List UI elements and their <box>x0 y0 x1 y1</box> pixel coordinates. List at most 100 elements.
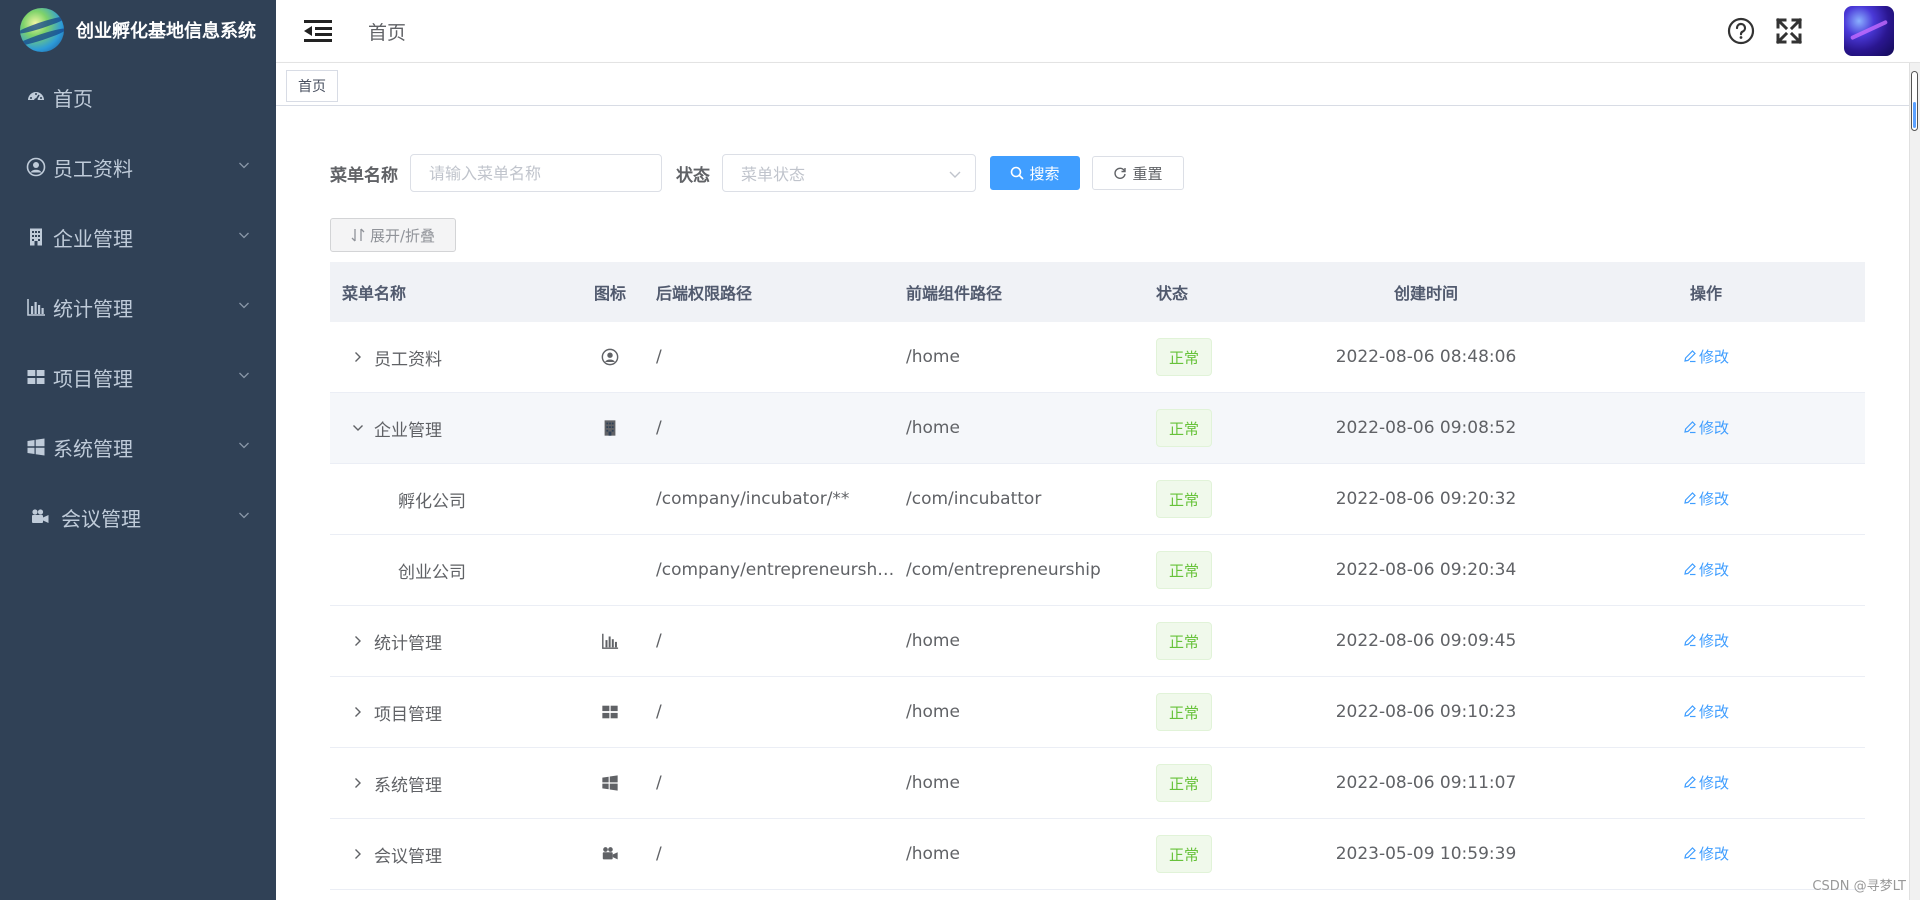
sort-icon <box>351 228 365 242</box>
cell-created: 2022-08-06 09:20:32 <box>1335 489 1517 509</box>
edit-label: 修改 <box>1698 773 1729 792</box>
status-select[interactable]: 菜单状态 <box>722 154 976 192</box>
edit-icon <box>1684 492 1696 505</box>
cell-component: /home <box>906 844 960 864</box>
menu-name-text: 系统管理 <box>374 775 442 796</box>
edit-button[interactable]: 修改 <box>1683 630 1729 651</box>
watermark: CSDN @寻梦LT <box>1812 879 1906 894</box>
status-label: 状态 <box>676 165 710 186</box>
cell-ops: 修改 <box>1551 772 1861 795</box>
status-badge: 正常 <box>1156 480 1212 518</box>
cell-component: /home <box>906 418 960 438</box>
reset-button[interactable]: 重置 <box>1092 156 1184 190</box>
navbar-right <box>1726 0 1894 62</box>
chevron-down-icon <box>239 302 249 309</box>
edit-icon <box>1684 634 1696 647</box>
chevron-right-icon[interactable] <box>350 704 366 720</box>
menu-name-text: 员工资料 <box>374 349 442 370</box>
chevron-down-icon <box>239 232 249 239</box>
status-badge: 正常 <box>1156 835 1212 873</box>
bar-chart-icon <box>601 632 619 650</box>
chevron-right-icon[interactable] <box>350 846 366 862</box>
chevron-down-icon <box>239 162 249 169</box>
sidebar-item-0[interactable]: 首页 <box>0 62 276 132</box>
chevron-down-icon <box>949 171 961 178</box>
cell-name: 创业公司 <box>330 558 564 583</box>
table-row[interactable]: 员工资料 / /home 正常 2022-08-06 08:48:06 修改 <box>330 322 1865 393</box>
table-row[interactable]: 统计管理 / /home 正常 2022-08-06 09:09:45 修改 <box>330 606 1865 677</box>
cell-name: 企业管理 <box>330 416 564 441</box>
sidebar-item-1[interactable]: 员工资料 <box>0 132 276 202</box>
edit-button[interactable]: 修改 <box>1683 701 1729 722</box>
status-badge: 正常 <box>1156 551 1212 589</box>
table-row[interactable]: 项目管理 / /home 正常 2022-08-06 09:10:23 修改 <box>330 677 1865 748</box>
hamburger-icon[interactable] <box>302 15 334 47</box>
sidebar-item-6[interactable]: 会议管理 <box>0 482 276 552</box>
edit-label: 修改 <box>1698 560 1729 579</box>
sidebar-item-3[interactable]: 统计管理 <box>0 272 276 342</box>
table-row[interactable]: 创业公司/company/entrepreneurshi… /com/entrep… <box>330 535 1865 606</box>
brand[interactable]: 创业孵化基地信息系统 <box>0 0 276 60</box>
breadcrumb[interactable]: 首页 <box>368 18 406 45</box>
col-header-component: 前端组件路径 <box>906 284 1003 303</box>
user-avatar[interactable] <box>1844 6 1894 56</box>
cell-name: 系统管理 <box>330 771 564 796</box>
help-icon[interactable] <box>1726 16 1756 46</box>
camera-icon <box>29 506 51 528</box>
chevron-right-icon[interactable] <box>350 633 366 649</box>
table-row[interactable]: 会议管理 / /home 正常 2023-05-09 10:59:39 修改 <box>330 819 1865 890</box>
status-badge: 正常 <box>1156 764 1212 802</box>
cell-component: /com/incubattor <box>906 489 1042 509</box>
page-scrollbar[interactable] <box>1909 63 1920 900</box>
fullscreen-icon[interactable] <box>1774 16 1804 46</box>
table-row[interactable]: 系统管理 / /home 正常 2022-08-06 09:11:07 修改 <box>330 748 1865 819</box>
tag-home[interactable]: 首页 <box>286 70 338 102</box>
edit-label: 修改 <box>1698 418 1729 437</box>
windows-icon <box>601 774 619 792</box>
cell-created: 2022-08-06 09:08:52 <box>1335 418 1517 438</box>
sidebar-item-label: 会议管理 <box>61 506 141 531</box>
cell-name: 员工资料 <box>330 345 564 370</box>
search-button[interactable]: 搜索 <box>990 156 1080 190</box>
cell-status: 正常 <box>1156 551 1301 589</box>
cell-created: 2022-08-06 09:20:34 <box>1335 560 1517 580</box>
edit-button[interactable]: 修改 <box>1683 488 1729 509</box>
user-circle-icon <box>601 348 619 366</box>
edit-label: 修改 <box>1698 631 1729 650</box>
chevron-down-icon[interactable] <box>350 420 366 436</box>
status-select-placeholder: 菜单状态 <box>741 165 806 184</box>
table-row[interactable]: 企业管理 / /home 正常 2022-08-06 09:08:52 修改 <box>330 393 1865 464</box>
cell-ops: 修改 <box>1551 701 1861 724</box>
table-row[interactable]: 孵化公司/company/incubator/** /com/incubattor… <box>330 464 1865 535</box>
menu-name-text: 统计管理 <box>374 633 442 654</box>
sidebar-item-4[interactable]: 项目管理 <box>0 342 276 412</box>
edit-button[interactable]: 修改 <box>1683 346 1729 367</box>
col-header-name: 菜单名称 <box>342 284 407 303</box>
building-icon <box>25 226 47 248</box>
chevron-right-icon[interactable] <box>350 775 366 791</box>
cell-component: /home <box>906 702 960 722</box>
menu-name-input[interactable] <box>410 154 662 192</box>
cell-name: 孵化公司 <box>330 487 564 512</box>
edit-icon <box>1684 776 1696 789</box>
cell-status: 正常 <box>1156 338 1301 376</box>
cell-name: 统计管理 <box>330 629 564 654</box>
cell-perm: /company/incubator/** <box>656 489 850 509</box>
edit-button[interactable]: 修改 <box>1683 772 1729 793</box>
edit-button[interactable]: 修改 <box>1683 559 1729 580</box>
chevron-right-icon[interactable] <box>350 349 366 365</box>
edit-button[interactable]: 修改 <box>1683 843 1729 864</box>
sidebar-item-5[interactable]: 系统管理 <box>0 412 276 482</box>
sidebar-item-2[interactable]: 企业管理 <box>0 202 276 272</box>
sidebar-item-label: 员工资料 <box>53 156 133 181</box>
expand-collapse-label: 展开/折叠 <box>369 226 436 245</box>
edit-button[interactable]: 修改 <box>1683 417 1729 438</box>
expand-collapse-button[interactable]: 展开/折叠 <box>330 218 456 252</box>
scrollbar-thumb[interactable] <box>1911 71 1918 131</box>
sidebar-item-label: 系统管理 <box>53 436 133 461</box>
sidebar: 创业孵化基地信息系统 首页员工资料企业管理 统计管理 项目管理系统管理会议管理 <box>0 0 276 900</box>
cell-perm: / <box>656 702 662 722</box>
cell-component: /home <box>906 631 960 651</box>
cell-status: 正常 <box>1156 693 1301 731</box>
search-icon <box>1011 166 1025 180</box>
